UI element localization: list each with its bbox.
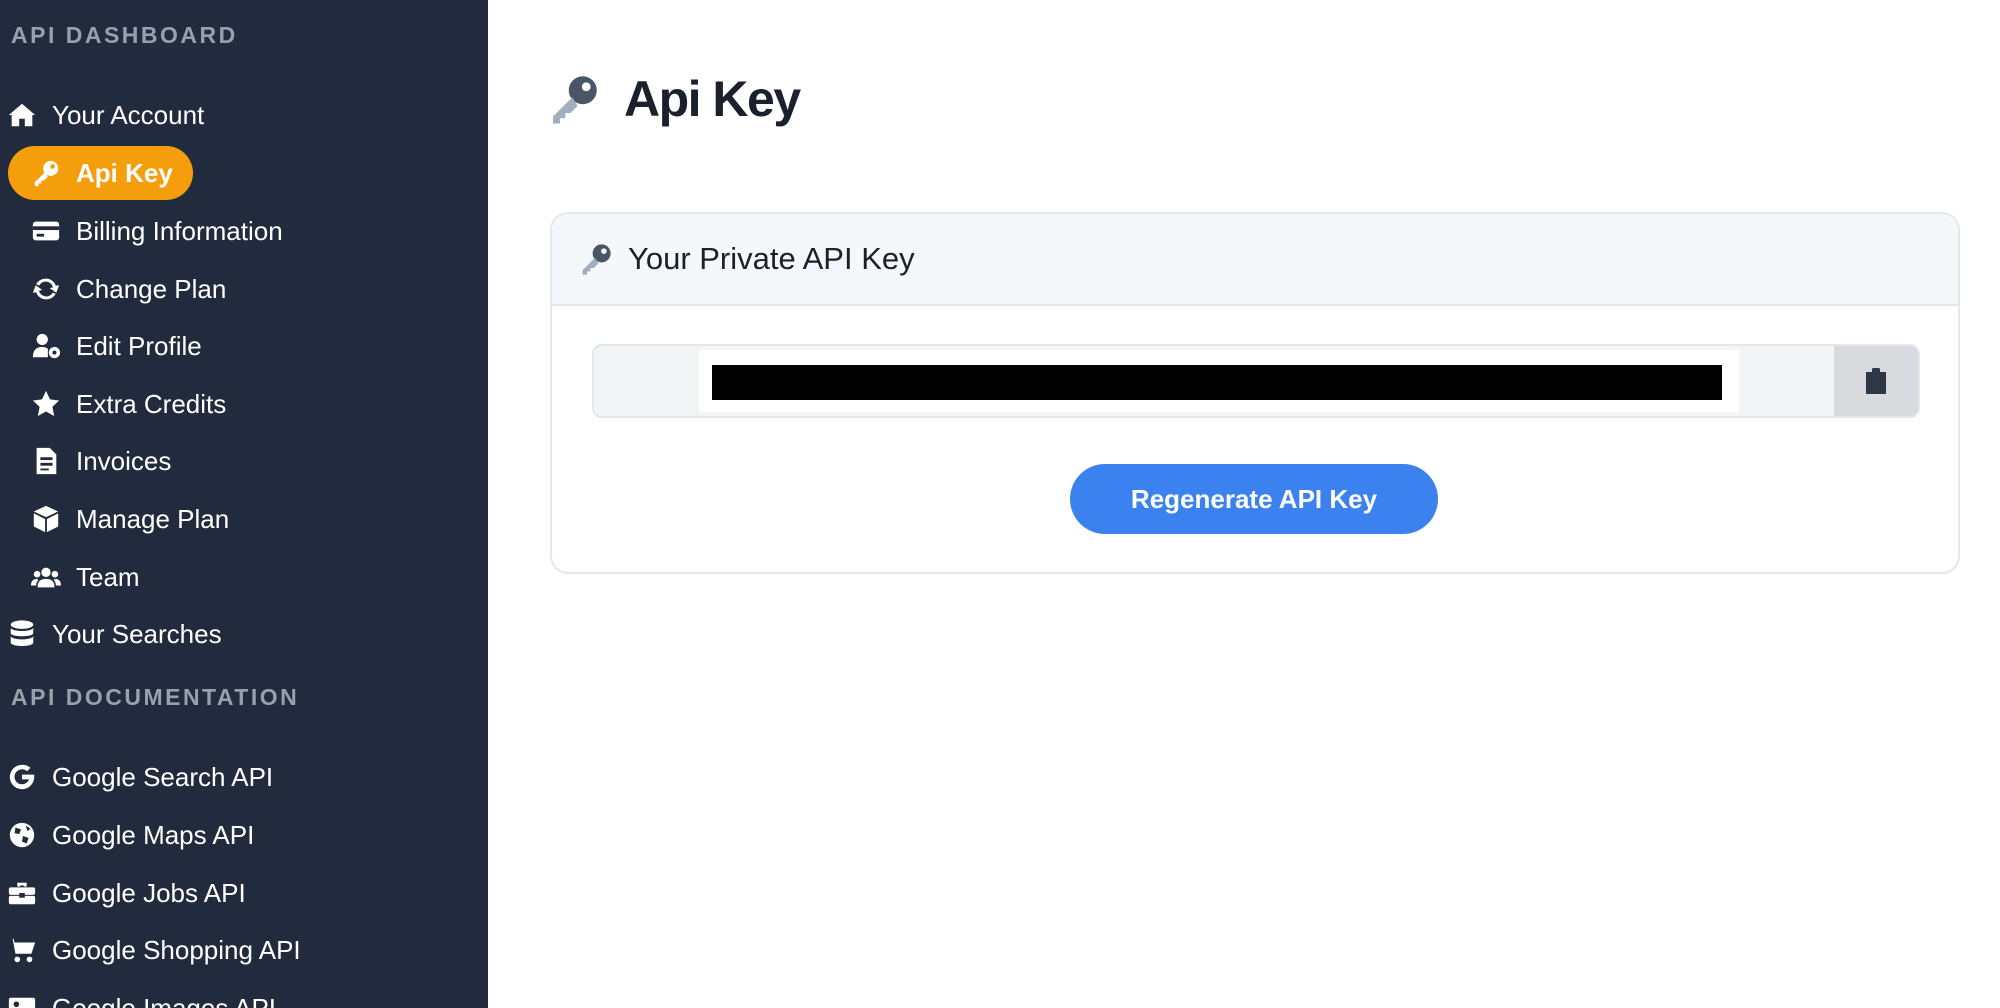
user-cog-icon	[30, 330, 62, 362]
page-title: Api Key	[624, 71, 801, 127]
key-icon	[30, 157, 62, 189]
sidebar-item-your-account[interactable]: Your Account	[6, 88, 204, 142]
briefcase-icon	[6, 877, 38, 909]
cart-icon	[6, 934, 38, 966]
sidebar-item-label: Google Maps API	[52, 819, 255, 850]
sidebar-item-label: Billing Information	[76, 215, 283, 246]
image-icon	[6, 992, 38, 1008]
sidebar-item-label: Extra Credits	[76, 388, 227, 419]
page-header: Api Key	[546, 64, 801, 134]
sidebar: API DASHBOARD Your Account Api Key Billi…	[0, 0, 488, 1008]
users-icon	[30, 561, 62, 593]
sidebar-item-extra-credits[interactable]: Extra Credits	[30, 377, 226, 431]
card-title: Your Private API Key	[628, 241, 915, 276]
file-invoice-icon	[30, 445, 62, 477]
api-key-card: Your Private API Key Regenerate API Key	[550, 212, 1960, 574]
sidebar-item-label: Google Jobs API	[52, 877, 246, 908]
credit-card-icon	[30, 215, 62, 247]
sidebar-item-label: Team	[76, 561, 140, 592]
sidebar-item-google-search-api[interactable]: Google Search API	[6, 750, 273, 804]
sidebar-item-invoices[interactable]: Invoices	[30, 434, 171, 488]
card-header: Your Private API Key	[552, 214, 1958, 306]
sidebar-item-google-shopping-api[interactable]: Google Shopping API	[6, 923, 301, 977]
sidebar-item-label: Edit Profile	[76, 330, 202, 361]
sidebar-item-google-jobs-api[interactable]: Google Jobs API	[6, 866, 246, 920]
copy-api-key-button[interactable]	[1834, 346, 1918, 416]
sidebar-section-title-documentation: API DOCUMENTATION	[11, 684, 300, 710]
sidebar-item-manage-plan[interactable]: Manage Plan	[30, 492, 229, 546]
regenerate-api-key-button[interactable]: Regenerate API Key	[1070, 464, 1438, 534]
sidebar-item-your-searches[interactable]: Your Searches	[6, 607, 222, 661]
sidebar-item-label: Invoices	[76, 445, 172, 476]
main-content: Api Key Your Private API Key Regenerate …	[488, 0, 2000, 1008]
sidebar-item-google-images-api[interactable]: Google Images API	[6, 981, 276, 1008]
api-key-input-group	[592, 344, 1920, 418]
sidebar-item-change-plan[interactable]: Change Plan	[30, 262, 226, 316]
sidebar-item-team[interactable]: Team	[30, 550, 140, 604]
api-key-redacted-value	[712, 365, 1722, 400]
sidebar-item-label: Api Key	[76, 157, 173, 188]
sidebar-item-label: Manage Plan	[76, 503, 230, 534]
sync-icon	[30, 273, 62, 305]
clipboard-icon	[1866, 368, 1886, 394]
star-icon	[30, 388, 62, 420]
sidebar-item-edit-profile[interactable]: Edit Profile	[30, 319, 202, 373]
home-icon	[6, 99, 38, 131]
database-icon	[6, 618, 38, 650]
sidebar-item-label: Your Searches	[52, 618, 222, 649]
box-icon	[30, 503, 62, 535]
key-icon	[578, 241, 614, 277]
sidebar-item-label: Google Shopping API	[52, 934, 301, 965]
sidebar-item-label: Your Account	[52, 99, 205, 130]
sidebar-section-title-dashboard: API DASHBOARD	[11, 22, 238, 48]
globe-icon	[6, 819, 38, 851]
sidebar-item-label: Google Search API	[52, 761, 274, 792]
sidebar-item-google-maps-api[interactable]: Google Maps API	[6, 808, 254, 862]
sidebar-item-label: Google Images API	[52, 992, 277, 1008]
sidebar-item-label: Change Plan	[76, 273, 227, 304]
key-icon	[546, 71, 602, 127]
google-icon	[6, 761, 38, 793]
sidebar-item-billing-information[interactable]: Billing Information	[30, 204, 283, 258]
sidebar-item-api-key[interactable]: Api Key	[8, 146, 193, 200]
